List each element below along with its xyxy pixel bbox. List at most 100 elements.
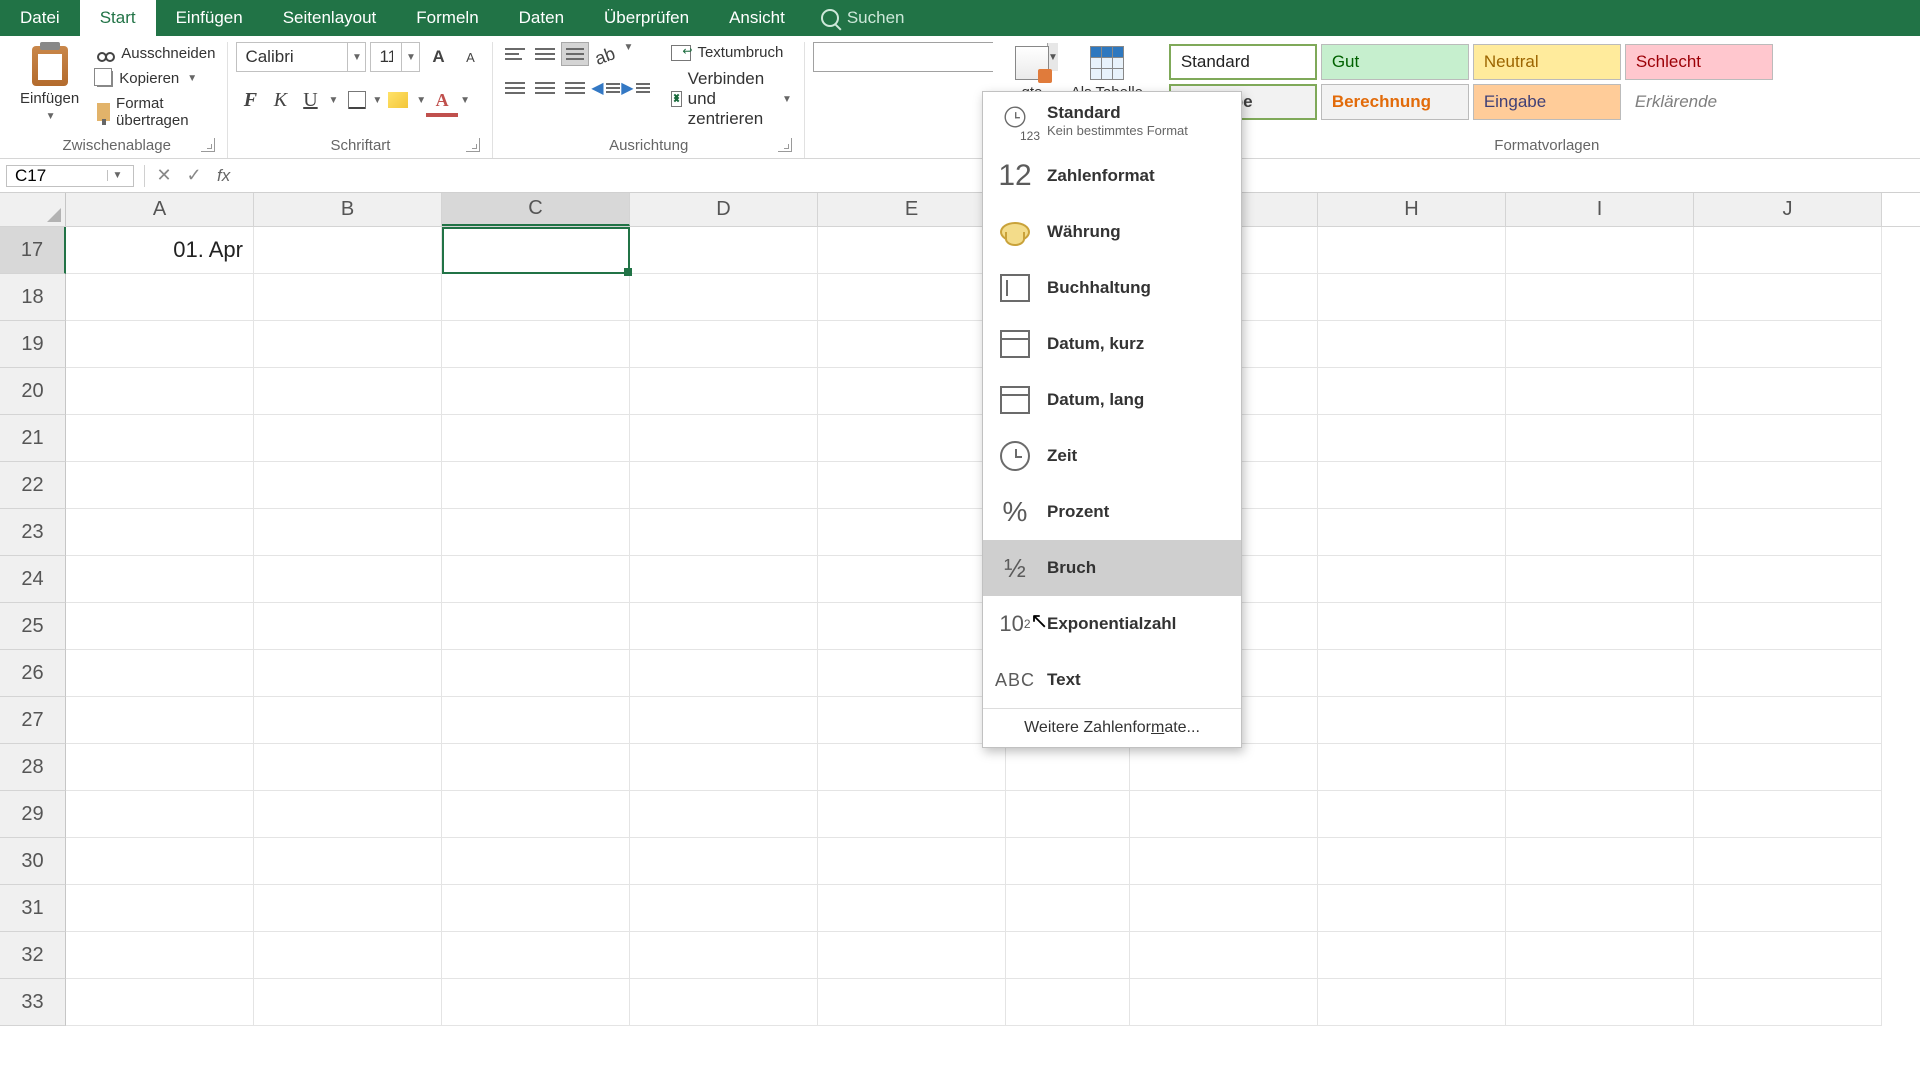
cell-A19[interactable] xyxy=(66,321,254,368)
cell-J31[interactable] xyxy=(1694,885,1882,932)
cell-A27[interactable] xyxy=(66,697,254,744)
row-header-23[interactable]: 23 xyxy=(0,509,66,556)
cell-A24[interactable] xyxy=(66,556,254,603)
cell-D21[interactable] xyxy=(630,415,818,462)
cell-J32[interactable] xyxy=(1694,932,1882,979)
cell-C18[interactable] xyxy=(442,274,630,321)
chevron-down-icon[interactable]: ▼ xyxy=(372,95,382,106)
cell-A21[interactable] xyxy=(66,415,254,462)
cell-B31[interactable] xyxy=(254,885,442,932)
cell-J25[interactable] xyxy=(1694,603,1882,650)
cell-C25[interactable] xyxy=(442,603,630,650)
cell-I24[interactable] xyxy=(1506,556,1694,603)
cell-H25[interactable] xyxy=(1318,603,1506,650)
cell-D18[interactable] xyxy=(630,274,818,321)
cell-A17[interactable]: 01. Apr xyxy=(66,227,254,274)
cell-D28[interactable] xyxy=(630,744,818,791)
cell-G29[interactable] xyxy=(1130,791,1318,838)
tab-insert[interactable]: Einfügen xyxy=(156,0,263,36)
nf-fraction[interactable]: ½ Bruch xyxy=(983,540,1241,596)
nf-currency[interactable]: Währung xyxy=(983,204,1241,260)
col-header-A[interactable]: A xyxy=(66,193,254,226)
tab-layout[interactable]: Seitenlayout xyxy=(263,0,397,36)
tab-file[interactable]: Datei xyxy=(0,0,80,36)
cell-F32[interactable] xyxy=(1006,932,1130,979)
cell-J26[interactable] xyxy=(1694,650,1882,697)
cell-J22[interactable] xyxy=(1694,462,1882,509)
cell-C31[interactable] xyxy=(442,885,630,932)
nf-scientific[interactable]: 102 Exponentialzahl xyxy=(983,596,1241,652)
align-left-button[interactable] xyxy=(501,76,529,100)
style-standard[interactable]: Standard xyxy=(1169,44,1317,80)
cell-C24[interactable] xyxy=(442,556,630,603)
align-middle-button[interactable] xyxy=(531,42,559,66)
cell-E33[interactable] xyxy=(818,979,1006,1026)
merge-center-button[interactable]: Verbinden und zentrieren ▼ xyxy=(667,67,795,131)
cell-E17[interactable] xyxy=(818,227,1006,274)
row-header-21[interactable]: 21 xyxy=(0,415,66,462)
cell-A28[interactable] xyxy=(66,744,254,791)
cell-F30[interactable] xyxy=(1006,838,1130,885)
name-box[interactable]: ▼ xyxy=(6,165,134,187)
font-color-button[interactable]: A xyxy=(428,86,456,114)
cell-J21[interactable] xyxy=(1694,415,1882,462)
col-header-J[interactable]: J xyxy=(1694,193,1882,226)
cell-D33[interactable] xyxy=(630,979,818,1026)
cell-J18[interactable] xyxy=(1694,274,1882,321)
chevron-down-icon[interactable]: ▼ xyxy=(416,95,426,106)
dialog-launcher-icon[interactable] xyxy=(778,138,792,152)
nf-date-short[interactable]: Datum, kurz xyxy=(983,316,1241,372)
cell-H22[interactable] xyxy=(1318,462,1506,509)
cell-B30[interactable] xyxy=(254,838,442,885)
cell-J19[interactable] xyxy=(1694,321,1882,368)
row-header-30[interactable]: 30 xyxy=(0,838,66,885)
cell-B23[interactable] xyxy=(254,509,442,556)
row-header-19[interactable]: 19 xyxy=(0,321,66,368)
chevron-down-icon[interactable]: ▼ xyxy=(347,43,365,71)
confirm-edit-button[interactable]: ✓ xyxy=(179,165,209,186)
name-box-input[interactable] xyxy=(7,166,107,186)
row-header-28[interactable]: 28 xyxy=(0,744,66,791)
cell-H19[interactable] xyxy=(1318,321,1506,368)
cell-H29[interactable] xyxy=(1318,791,1506,838)
cell-E29[interactable] xyxy=(818,791,1006,838)
cell-C26[interactable] xyxy=(442,650,630,697)
cell-B21[interactable] xyxy=(254,415,442,462)
cell-H23[interactable] xyxy=(1318,509,1506,556)
cell-I25[interactable] xyxy=(1506,603,1694,650)
cell-J27[interactable] xyxy=(1694,697,1882,744)
cell-H24[interactable] xyxy=(1318,556,1506,603)
cell-G30[interactable] xyxy=(1130,838,1318,885)
orientation-button[interactable]: ab xyxy=(588,38,624,74)
row-header-22[interactable]: 22 xyxy=(0,462,66,509)
cell-I23[interactable] xyxy=(1506,509,1694,556)
cell-A26[interactable] xyxy=(66,650,254,697)
tab-start[interactable]: Start xyxy=(80,0,156,36)
cell-H32[interactable] xyxy=(1318,932,1506,979)
cell-E32[interactable] xyxy=(818,932,1006,979)
increase-font-button[interactable]: A xyxy=(424,43,452,71)
col-header-I[interactable]: I xyxy=(1506,193,1694,226)
cell-D22[interactable] xyxy=(630,462,818,509)
underline-button[interactable]: U xyxy=(296,86,324,114)
cell-A30[interactable] xyxy=(66,838,254,885)
style-erklar[interactable]: Erklärende xyxy=(1625,84,1773,120)
dialog-launcher-icon[interactable] xyxy=(201,138,215,152)
row-header-29[interactable]: 29 xyxy=(0,791,66,838)
cell-E20[interactable] xyxy=(818,368,1006,415)
italic-button[interactable]: K xyxy=(266,86,294,114)
cell-J20[interactable] xyxy=(1694,368,1882,415)
cell-H27[interactable] xyxy=(1318,697,1506,744)
nf-number[interactable]: 12 Zahlenformat xyxy=(983,148,1241,204)
cancel-edit-button[interactable]: ✕ xyxy=(149,165,179,186)
cell-B28[interactable] xyxy=(254,744,442,791)
cell-E19[interactable] xyxy=(818,321,1006,368)
cell-B29[interactable] xyxy=(254,791,442,838)
tell-me-search[interactable]: Suchen xyxy=(805,0,921,36)
cell-I26[interactable] xyxy=(1506,650,1694,697)
cell-J33[interactable] xyxy=(1694,979,1882,1026)
row-header-24[interactable]: 24 xyxy=(0,556,66,603)
cell-H18[interactable] xyxy=(1318,274,1506,321)
cell-H21[interactable] xyxy=(1318,415,1506,462)
nf-more-formats[interactable]: Weitere Zahlenformate... xyxy=(983,708,1241,747)
